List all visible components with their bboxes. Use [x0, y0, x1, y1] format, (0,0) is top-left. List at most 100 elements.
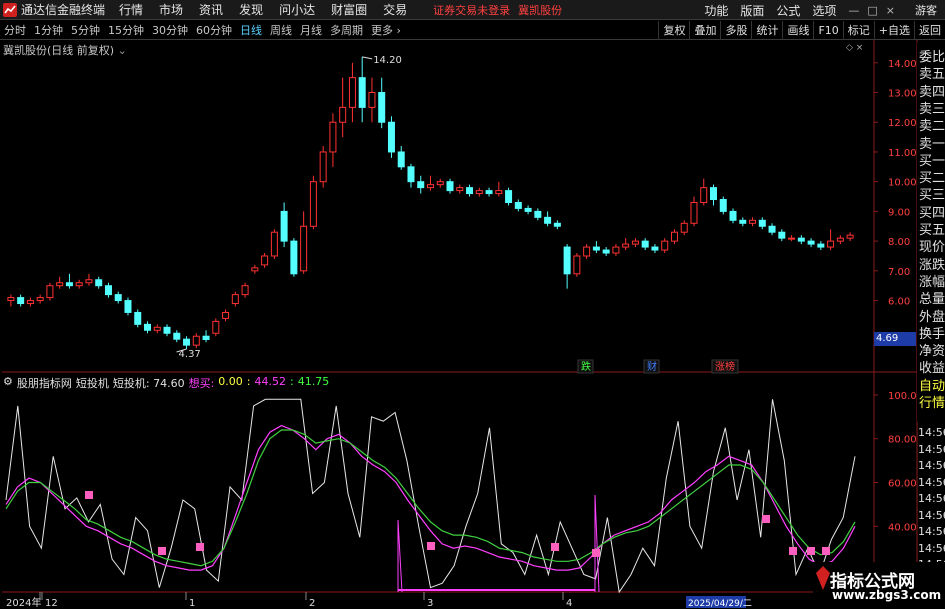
y-axis-label: 6.00	[888, 297, 910, 308]
candle-body	[427, 184, 434, 189]
signal-marker	[551, 543, 559, 551]
chart-canvas[interactable]: 14.0013.0012.0011.0010.009.008.007.006.0…	[0, 0, 945, 609]
candle-body	[7, 297, 15, 302]
indicator-series-line	[5, 398, 856, 594]
candle-body	[290, 240, 298, 275]
candle-body	[602, 249, 610, 254]
side-item-11: 现价	[919, 240, 945, 256]
y-axis-label: 8.00	[888, 237, 910, 248]
side-item-6: 买一	[919, 153, 945, 169]
main-chart-title-text: 冀凯股份(日线 前复权)	[3, 44, 115, 57]
candle-body	[36, 297, 44, 302]
candle-body	[378, 92, 386, 123]
candle-body	[485, 190, 493, 195]
y-axis-label: 7.00	[888, 267, 910, 278]
candle-body	[534, 210, 542, 218]
candle-body	[797, 237, 805, 242]
side-item-16: 换手	[919, 326, 945, 342]
side-item-9: 买四	[919, 205, 945, 221]
candle-body	[749, 219, 757, 224]
watermark-url: www.zbgs3.com	[832, 588, 942, 602]
candle-body	[339, 106, 347, 123]
candle-body	[758, 219, 766, 227]
close-icon[interactable]: ×	[856, 43, 864, 53]
candle-body	[446, 181, 454, 192]
signal-marker	[427, 542, 435, 550]
side-time-0: 14:56	[918, 426, 945, 439]
side-item-15: 外盘	[919, 309, 945, 325]
candle-body	[710, 187, 717, 201]
max-pointer	[362, 56, 373, 60]
candle-body	[300, 225, 308, 272]
ind-y-axis-label: 60.00	[888, 479, 917, 490]
candle-body	[251, 267, 259, 272]
buy-signal-spike	[397, 519, 403, 593]
candle-body	[563, 246, 571, 275]
signal-marker	[822, 547, 830, 555]
indicator-name: 短投机	[75, 377, 109, 390]
side-time-1: 14:56	[918, 442, 945, 456]
side-quote-panel: 委比 卖五 卖四 卖三 卖二 卖一 买一 买二 买三 买四 买五 现价 涨跌 涨幅 总量 外盘 换手 净资 收益 自动…	[917, 42, 945, 422]
indicator-value: 短投机: 74.60	[112, 377, 185, 390]
candle-body	[144, 323, 151, 331]
candle-body	[817, 243, 825, 248]
signal-marker	[789, 547, 797, 555]
signal-marker	[85, 491, 93, 499]
x-axis-label: 3	[427, 598, 433, 609]
side-time-6: 14:56	[918, 525, 945, 538]
x-axis-label: 2	[309, 598, 315, 609]
candle-body	[700, 187, 708, 203]
diamond-icon[interactable]: ◇	[846, 43, 853, 53]
watermark-logo-icon	[816, 566, 830, 590]
y-axis-label: 12.00	[888, 118, 917, 129]
candle-body	[241, 285, 249, 296]
indicator-buy-value: 0.00	[218, 375, 243, 388]
candle-body	[631, 240, 639, 245]
candle-body	[95, 279, 103, 287]
candle-body	[358, 77, 366, 108]
candle-body	[75, 282, 83, 287]
event-tag: 跌	[581, 360, 591, 373]
candle-body	[309, 181, 317, 227]
candle-body	[505, 190, 513, 203]
signal-marker	[592, 549, 600, 557]
side-item-7: 买二	[919, 171, 945, 187]
candle-body	[46, 285, 54, 299]
current-price-box: 4.69	[874, 332, 916, 346]
y-axis-label: 13.00	[888, 89, 917, 100]
candle-body	[680, 222, 688, 233]
candle-body	[592, 246, 600, 251]
candle-body	[222, 311, 230, 319]
candle-body	[739, 219, 747, 224]
indicator-source: 股朋指标网	[16, 377, 72, 390]
y-axis-label: 9.00	[888, 207, 910, 218]
indicator-value2: 44.52	[254, 375, 287, 388]
candle-body	[524, 207, 532, 212]
candle-body	[56, 282, 64, 287]
candle-body	[163, 326, 171, 334]
x-axis-label: 1	[189, 598, 195, 609]
max-price-label: 14.20	[373, 55, 402, 66]
candle-body	[319, 151, 327, 183]
candle-body	[612, 246, 620, 254]
event-tag: 涨榜	[715, 360, 735, 373]
y-axis-label: 14.00	[888, 59, 917, 70]
candle-body	[456, 187, 464, 192]
candle-body	[544, 216, 552, 224]
main-chart-title: 冀凯股份(日线 前复权) ⌄	[3, 42, 127, 58]
side-item-2: 卖四	[919, 84, 945, 100]
candle-body	[778, 231, 786, 239]
candle-body	[348, 77, 356, 108]
gear-icon[interactable]: ⚙	[3, 375, 13, 391]
candle-body	[192, 335, 200, 346]
candle-body	[387, 121, 395, 153]
candle-body	[768, 225, 776, 233]
candle-body	[231, 294, 239, 305]
side-item-19[interactable]: 自动	[919, 375, 945, 394]
indicator-title: ⚙ 股朋指标网 短投机 短投机: 74.60 想买: 0.00 : 44.52 …	[3, 375, 330, 391]
side-item-20[interactable]: 行情	[919, 392, 945, 411]
candle-body	[466, 187, 474, 195]
chevron-down-icon[interactable]: ⌄	[118, 44, 127, 57]
min-price-label: 4.37	[179, 349, 201, 360]
candle-body	[583, 246, 591, 257]
